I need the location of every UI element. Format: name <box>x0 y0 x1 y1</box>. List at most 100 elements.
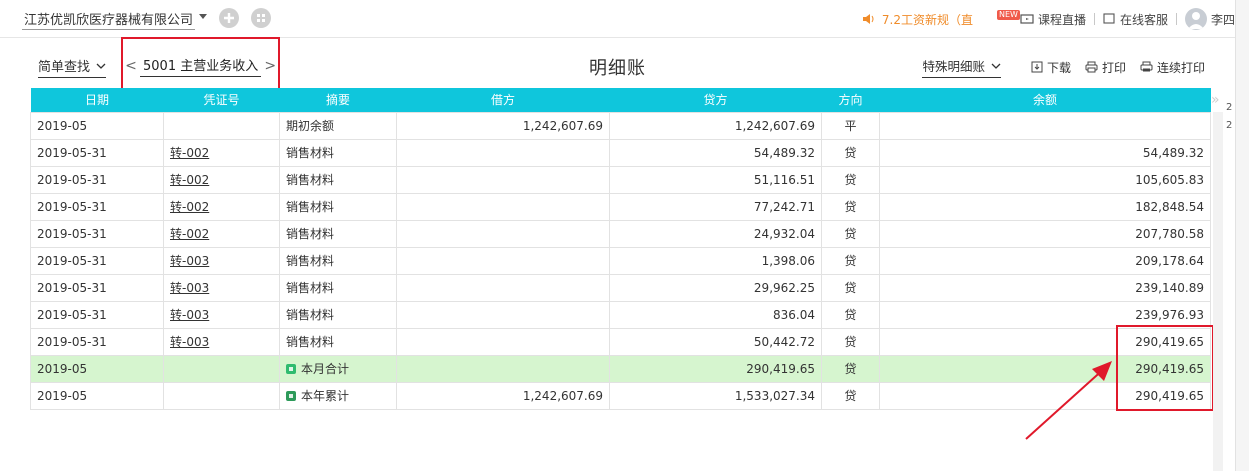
summary-text: 销售材料 <box>286 173 335 187</box>
simple-search-label: 简单查找 <box>38 60 91 75</box>
cell-date: 2019-05-31 <box>30 300 164 329</box>
cell-credit: 1,533,027.34 <box>609 381 822 410</box>
annotation-arrow-icon <box>1025 361 1112 440</box>
year-total-icon <box>286 391 296 401</box>
chat-icon <box>1103 13 1115 24</box>
simple-search-dropdown[interactable]: 简单查找 <box>38 56 107 78</box>
column-header-debit[interactable]: 借方 <box>396 88 610 112</box>
vertical-scrollbar[interactable] <box>1213 112 1223 471</box>
table-row[interactable]: 2019-05-31 转-003 销售材料 836.04 贷 239,976.93 <box>30 300 1211 329</box>
cell-voucher: 转-002 <box>163 192 280 221</box>
cell-direction: 贷 <box>821 273 880 302</box>
cell-direction: 贷 <box>821 192 880 221</box>
cell-summary: 销售材料 <box>279 300 397 329</box>
summary-text: 销售材料 <box>286 254 335 268</box>
table-row[interactable]: 2019-05-31 转-003 销售材料 29,962.25 贷 239,140.89 <box>30 273 1211 302</box>
voucher-link[interactable]: 转-003 <box>170 335 209 349</box>
side-number: 2 <box>1226 102 1233 113</box>
column-header-credit[interactable]: 贷方 <box>609 88 822 112</box>
continuous-printer-icon <box>1140 61 1153 72</box>
caret-down-icon[interactable] <box>197 10 209 22</box>
download-icon <box>1031 61 1043 73</box>
cell-credit: 836.04 <box>609 300 822 329</box>
cell-balance: 239,140.89 <box>879 273 1211 302</box>
table-row[interactable]: 2019-05-31 转-003 销售材料 50,442.72 贷 290,419.65 <box>30 327 1211 356</box>
cell-date: 2019-05 <box>30 354 164 383</box>
divider <box>1093 13 1095 25</box>
table-row[interactable]: 2019-05-31 转-003 销售材料 1,398.06 贷 209,178.64 <box>30 246 1211 275</box>
cell-voucher: 转-002 <box>163 165 280 194</box>
online-service-link[interactable]: 在线客服 <box>1103 11 1168 28</box>
printer-icon <box>1085 61 1098 73</box>
column-header-direction[interactable]: 方向 <box>821 88 880 112</box>
summary-text: 期初余额 <box>286 119 335 133</box>
table-row[interactable]: 2019-05-31 转-002 销售材料 51,116.51 贷 105,605.83 <box>30 165 1211 194</box>
cell-direction: 贷 <box>821 300 880 329</box>
cell-balance: 182,848.54 <box>879 192 1211 221</box>
grid-apps-icon[interactable] <box>251 8 271 28</box>
tv-icon <box>1020 14 1034 24</box>
cell-summary: 销售材料 <box>279 192 397 221</box>
cell-direction: 贷 <box>821 381 880 410</box>
promo-link[interactable]: 7.2工资新规（直 <box>862 11 973 28</box>
table-row[interactable]: 2019-05-31 转-002 销售材料 54,489.32 贷 54,489.32 <box>30 138 1211 167</box>
cell-date: 2019-05 <box>30 111 164 140</box>
live-course-link[interactable]: NEW 课程直播 <box>997 10 1086 28</box>
cell-balance <box>879 111 1211 140</box>
continuous-print-label: 连续打印 <box>1156 60 1205 75</box>
user-menu[interactable]: 李四 <box>1184 8 1235 30</box>
cell-credit: 50,442.72 <box>609 327 822 356</box>
cell-balance: 54,489.32 <box>879 138 1211 167</box>
voucher-link[interactable]: 转-002 <box>170 200 209 214</box>
cell-credit: 77,242.71 <box>609 192 822 221</box>
continuous-print-button[interactable]: 连续打印 <box>1140 59 1205 76</box>
cell-date: 2019-05-31 <box>30 327 164 356</box>
download-button[interactable]: 下载 <box>1031 59 1071 76</box>
table-row[interactable]: 2019-05-31 转-002 销售材料 77,242.71 贷 182,848.54 <box>30 192 1211 221</box>
voucher-link[interactable]: 转-003 <box>170 281 209 295</box>
cell-credit: 24,932.04 <box>609 219 822 248</box>
voucher-link[interactable]: 转-003 <box>170 308 209 322</box>
cell-voucher: 转-002 <box>163 219 280 248</box>
voucher-link[interactable]: 转-003 <box>170 254 209 268</box>
cell-voucher <box>163 111 280 140</box>
table-header-row: 日期 凭证号 摘要 借方 贷方 方向 余额 <box>30 88 1211 112</box>
column-header-balance[interactable]: 余额 <box>879 88 1211 112</box>
cell-date: 2019-05-31 <box>30 219 164 248</box>
expand-panel-icon[interactable]: » <box>1211 92 1220 108</box>
cell-debit <box>396 300 610 329</box>
cell-date: 2019-05 <box>30 381 164 410</box>
cell-debit <box>396 327 610 356</box>
cell-credit: 29,962.25 <box>609 273 822 302</box>
table-row[interactable]: 2019-05-31 转-002 销售材料 24,932.04 贷 207,780.58 <box>30 219 1211 248</box>
cell-summary: 期初余额 <box>279 111 397 140</box>
chevron-down-icon <box>991 63 1001 69</box>
summary-text: 本年累计 <box>301 389 350 403</box>
online-service-label: 在线客服 <box>1119 12 1168 27</box>
company-selector[interactable]: 江苏优凯欣医疗器械有限公司 <box>22 9 196 30</box>
chevron-down-icon <box>96 63 106 69</box>
cell-debit <box>396 354 610 383</box>
voucher-link[interactable]: 转-002 <box>170 227 209 241</box>
cell-summary: 销售材料 <box>279 273 397 302</box>
table-row[interactable]: 2019-05 期初余额 1,242,607.69 1,242,607.69 平 <box>30 111 1211 140</box>
cell-date: 2019-05-31 <box>30 192 164 221</box>
add-company-icon[interactable] <box>219 8 239 28</box>
cell-summary: 本年累计 <box>279 381 397 410</box>
column-header-voucher[interactable]: 凭证号 <box>163 88 280 112</box>
column-header-date[interactable]: 日期 <box>30 88 164 112</box>
special-ledger-dropdown[interactable]: 特殊明细账 <box>922 56 1001 78</box>
speaker-icon <box>862 14 874 24</box>
cell-voucher: 转-002 <box>163 138 280 167</box>
voucher-link[interactable]: 转-002 <box>170 173 209 187</box>
column-header-summary[interactable]: 摘要 <box>279 88 397 112</box>
cell-voucher <box>163 381 280 410</box>
toolbar-actions: 特殊明细账 下载 打印 连续打印 <box>922 56 1205 78</box>
cell-voucher <box>163 354 280 383</box>
cell-debit <box>396 219 610 248</box>
print-button[interactable]: 打印 <box>1085 59 1126 76</box>
cell-direction: 贷 <box>821 246 880 275</box>
cell-summary: 销售材料 <box>279 327 397 356</box>
summary-text: 销售材料 <box>286 200 335 214</box>
voucher-link[interactable]: 转-002 <box>170 146 209 160</box>
